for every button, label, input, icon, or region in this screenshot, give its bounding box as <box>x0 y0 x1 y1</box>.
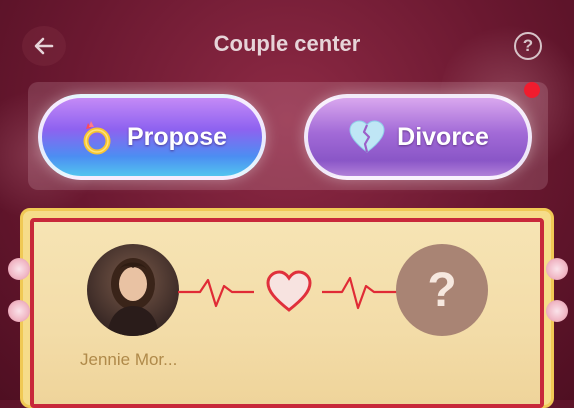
heart-icon <box>266 270 312 312</box>
question-mark-icon: ? <box>427 263 457 317</box>
avatar-image <box>107 258 159 336</box>
decorative-rose <box>8 300 30 322</box>
notification-dot <box>524 82 540 98</box>
user-avatar[interactable] <box>87 244 179 336</box>
question-circle-icon: ? <box>522 36 534 55</box>
help-button[interactable]: ? <box>514 32 542 60</box>
partner-placeholder[interactable]: ? <box>396 244 488 336</box>
decorative-rose <box>546 258 568 280</box>
propose-label: Propose <box>126 122 228 151</box>
divorce-label: Divorce <box>397 122 489 151</box>
decorative-rose <box>8 258 30 280</box>
heart-link <box>254 258 324 324</box>
user-name: Jennie Mor... <box>80 350 178 369</box>
top-bar: Couple center ? <box>0 0 574 90</box>
propose-button[interactable]: Propose <box>38 94 266 180</box>
broken-heart-icon <box>349 120 385 153</box>
divorce-button[interactable]: Divorce <box>304 94 532 180</box>
page-title: Couple center <box>213 31 361 56</box>
decorative-rose <box>546 300 568 322</box>
ring-icon <box>83 121 111 155</box>
